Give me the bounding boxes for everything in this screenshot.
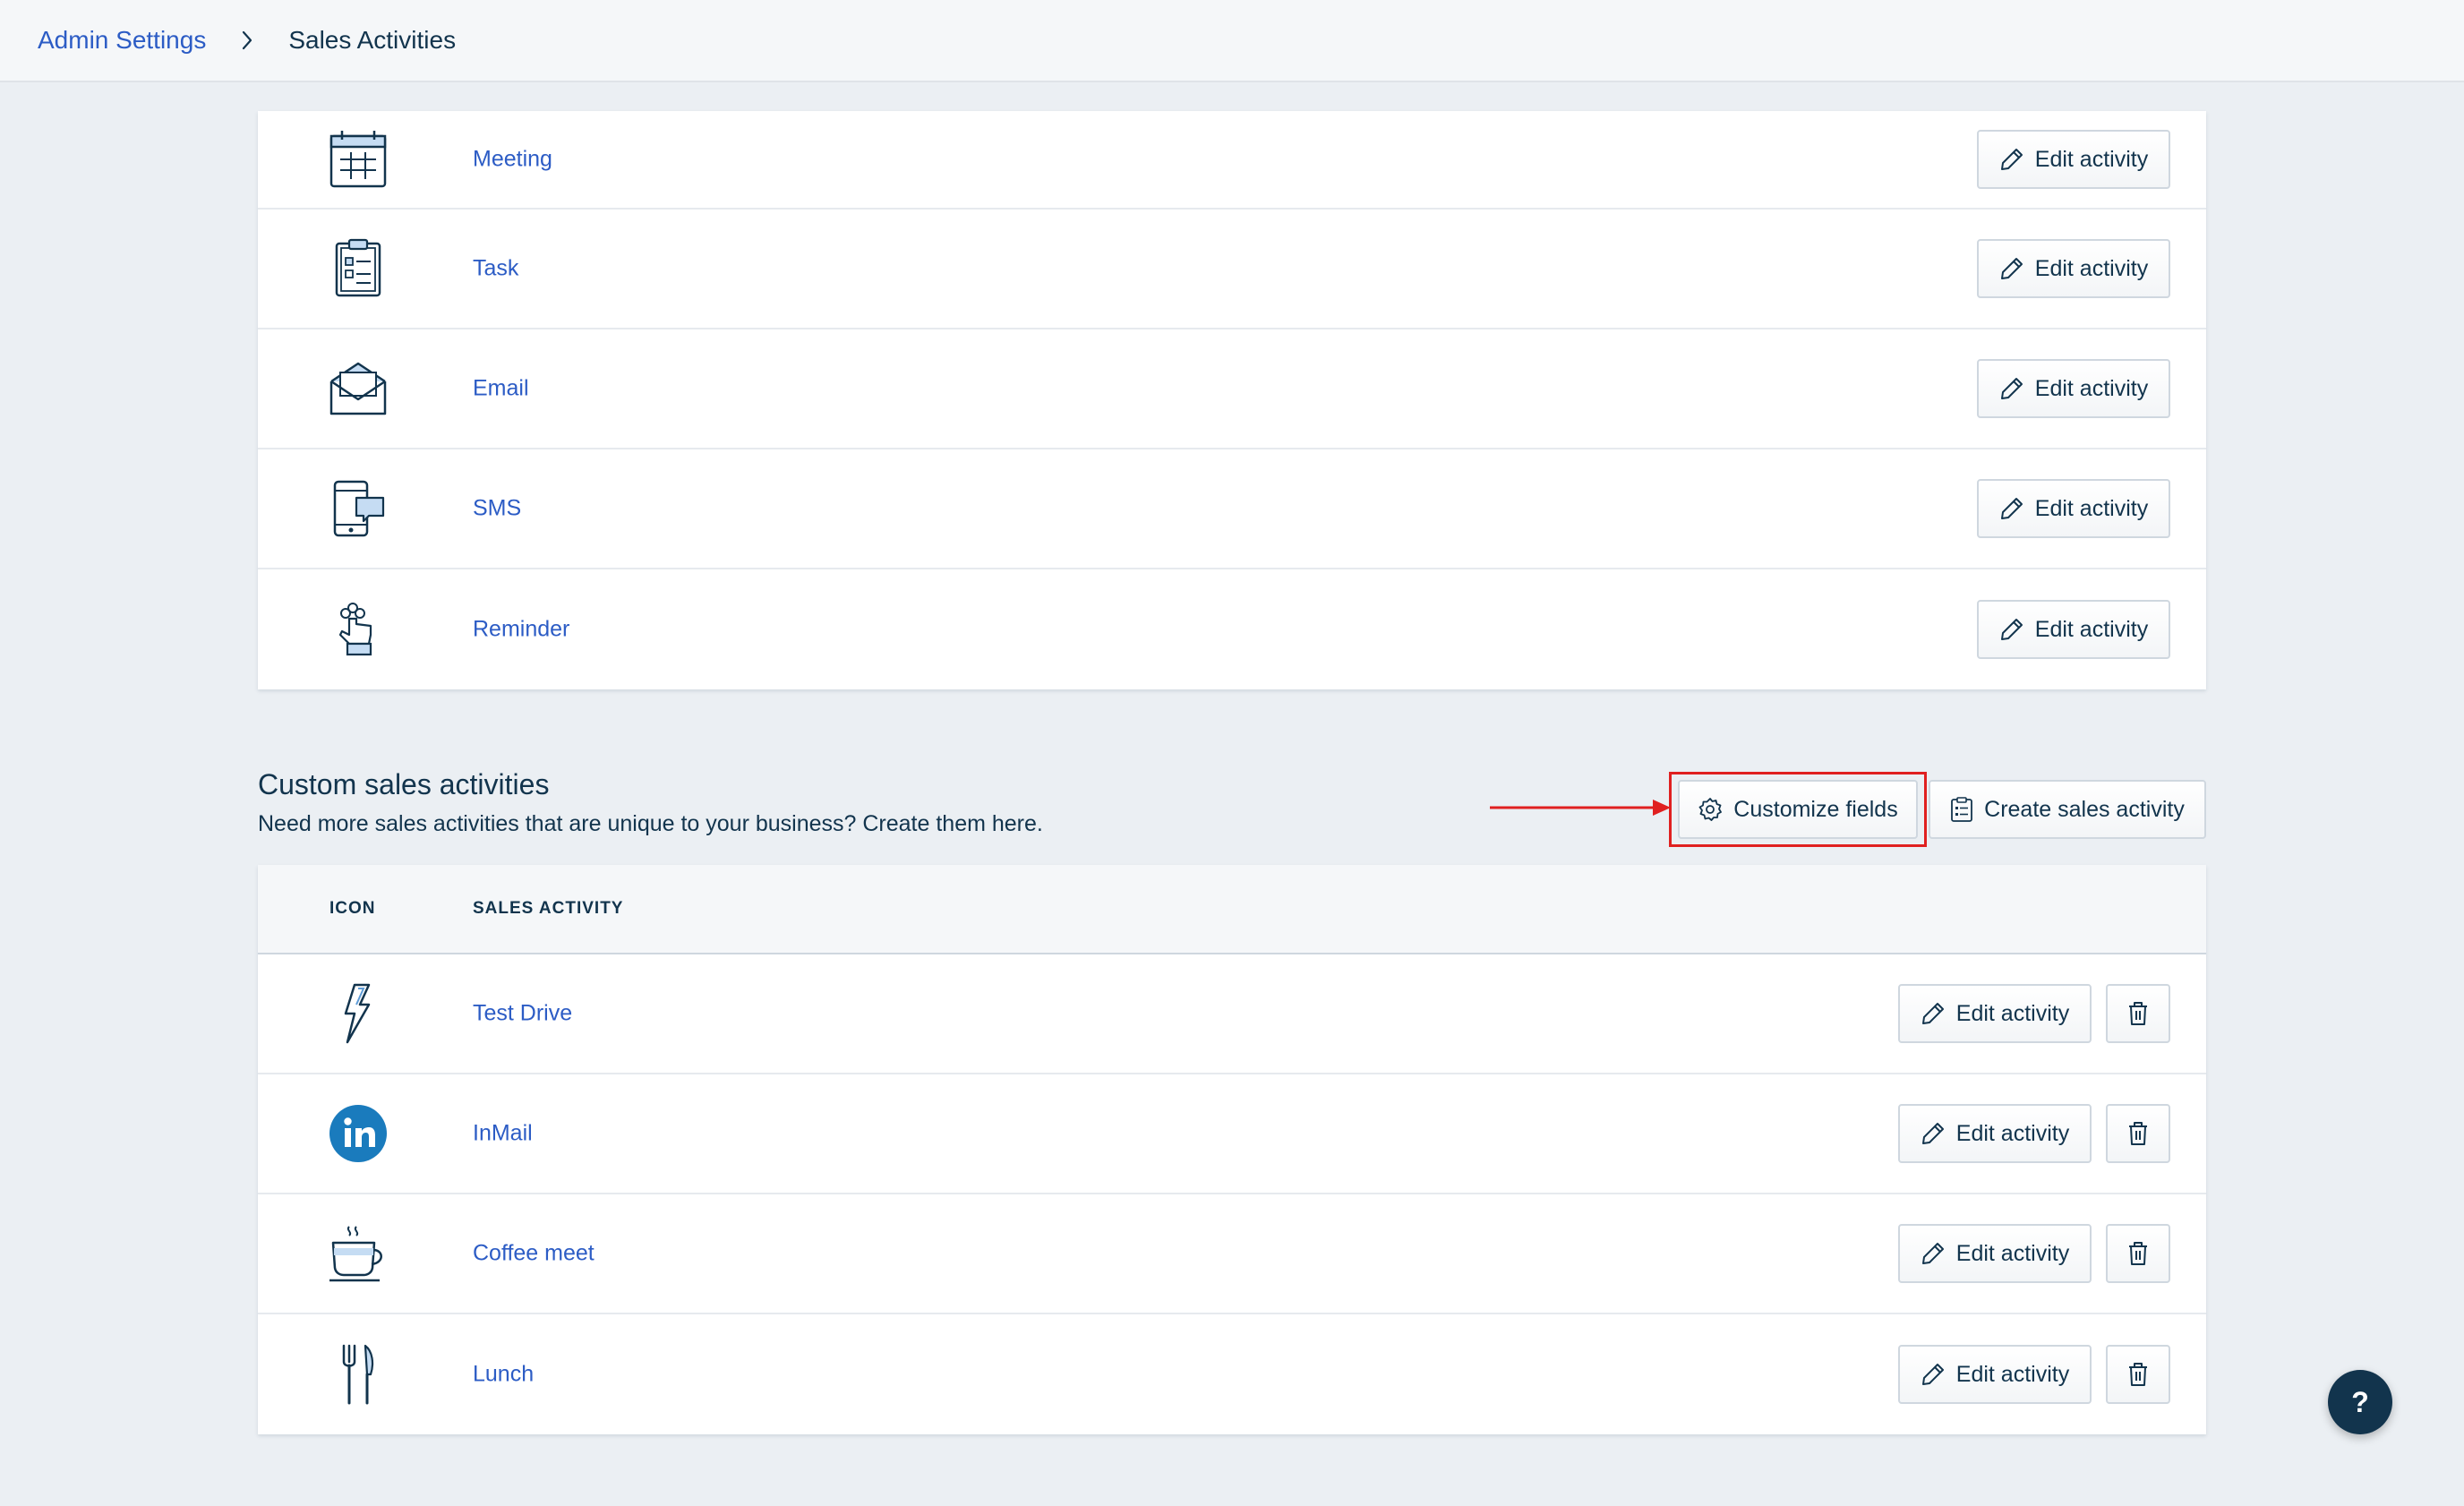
pencil-icon: [1921, 1123, 1944, 1144]
section-subtitle: Need more sales activities that are uniq…: [258, 811, 1043, 836]
edit-activity-button[interactable]: Edit activity: [1898, 1345, 2092, 1404]
edit-activity-button[interactable]: Edit activity: [1977, 130, 2170, 189]
edit-activity-label: Edit activity: [2034, 495, 2149, 521]
pencil-icon: [1921, 1364, 1944, 1385]
pencil-icon: [2000, 149, 2023, 170]
activity-link-email[interactable]: Email: [473, 376, 529, 402]
edit-activity-label: Edit activity: [2034, 255, 2149, 281]
trash-icon: [2129, 1002, 2147, 1025]
coffee-cup-icon: [326, 1221, 390, 1286]
table-header: ICON SALES ACTIVITY: [258, 865, 2206, 954]
section-title: Custom sales activities: [258, 768, 550, 800]
customize-fields-button[interactable]: Customize fields: [1678, 780, 1918, 839]
clipboard-icon: [326, 236, 390, 301]
pencil-icon: [1921, 1243, 1944, 1264]
gear-icon: [1698, 798, 1723, 821]
edit-activity-button[interactable]: Edit activity: [1898, 1224, 2092, 1283]
phone-message-icon: [326, 476, 390, 541]
lightning-icon: [326, 981, 390, 1046]
list-item: Meeting Edit activity: [258, 111, 2206, 210]
breadcrumb: Admin Settings Sales Activities: [0, 0, 2464, 82]
edit-activity-button[interactable]: Edit activity: [1977, 359, 2170, 418]
finger-string-icon: [326, 597, 390, 662]
table-row: Coffee meet Edit activity: [258, 1194, 2206, 1314]
trash-icon: [2129, 1242, 2147, 1265]
pencil-icon: [2000, 378, 2023, 399]
edit-activity-label: Edit activity: [2034, 146, 2149, 172]
linkedin-icon: [326, 1101, 390, 1166]
activity-link-sms[interactable]: SMS: [473, 496, 521, 522]
custom-activities-table: ICON SALES ACTIVITY Test Drive Edit acti…: [258, 865, 2206, 1434]
edit-activity-label: Edit activity: [1955, 1240, 2070, 1266]
create-sales-activity-label: Create sales activity: [1984, 796, 2185, 822]
delete-activity-button[interactable]: [2106, 1224, 2170, 1283]
edit-activity-label: Edit activity: [1955, 1361, 2070, 1387]
pencil-icon: [2000, 619, 2023, 640]
help-button[interactable]: ?: [2328, 1370, 2392, 1434]
create-sales-activity-button[interactable]: Create sales activity: [1929, 780, 2206, 839]
list-item: Email Edit activity: [258, 329, 2206, 449]
fork-knife-icon: [326, 1342, 390, 1407]
trash-icon: [2129, 1363, 2147, 1386]
edit-activity-button[interactable]: Edit activity: [1977, 239, 2170, 298]
activity-link-test-drive[interactable]: Test Drive: [473, 1001, 572, 1027]
column-header-icon: ICON: [329, 899, 376, 918]
edit-activity-button[interactable]: Edit activity: [1898, 984, 2092, 1043]
edit-activity-button[interactable]: Edit activity: [1977, 600, 2170, 659]
customize-fields-label: Customize fields: [1733, 796, 1898, 822]
annotation-arrow-icon: [1490, 800, 1671, 816]
table-row: Lunch Edit activity: [258, 1314, 2206, 1434]
column-header-sales-activity: SALES ACTIVITY: [473, 899, 624, 918]
clipboard-list-icon: [1951, 797, 1973, 822]
chevron-right-icon: [220, 28, 274, 53]
calendar-icon: [326, 127, 390, 192]
activity-link-reminder[interactable]: Reminder: [473, 617, 569, 643]
list-item: Reminder Edit activity: [258, 569, 2206, 689]
activity-link-inmail[interactable]: InMail: [473, 1121, 533, 1147]
edit-activity-label: Edit activity: [2034, 616, 2149, 642]
envelope-icon: [326, 356, 390, 421]
activity-link-task[interactable]: Task: [473, 256, 518, 282]
page-title: Sales Activities: [288, 26, 457, 54]
pencil-icon: [1921, 1003, 1944, 1024]
edit-activity-label: Edit activity: [2034, 375, 2149, 401]
trash-icon: [2129, 1122, 2147, 1145]
list-item: Task Edit activity: [258, 210, 2206, 329]
pencil-icon: [2000, 498, 2023, 519]
delete-activity-button[interactable]: [2106, 984, 2170, 1043]
edit-activity-label: Edit activity: [1955, 1120, 2070, 1146]
activity-link-lunch[interactable]: Lunch: [473, 1362, 534, 1388]
pencil-icon: [2000, 258, 2023, 279]
activity-link-coffee-meet[interactable]: Coffee meet: [473, 1241, 595, 1267]
table-row: InMail Edit activity: [258, 1074, 2206, 1194]
table-row: Test Drive Edit activity: [258, 954, 2206, 1074]
delete-activity-button[interactable]: [2106, 1345, 2170, 1404]
edit-activity-button[interactable]: Edit activity: [1977, 479, 2170, 538]
activity-link-meeting[interactable]: Meeting: [473, 147, 552, 173]
edit-activity-label: Edit activity: [1955, 1000, 2070, 1026]
delete-activity-button[interactable]: [2106, 1104, 2170, 1163]
edit-activity-button[interactable]: Edit activity: [1898, 1104, 2092, 1163]
list-item: SMS Edit activity: [258, 449, 2206, 569]
default-activities-list: Meeting Edit activity Task Edit activity: [258, 111, 2206, 689]
breadcrumb-admin-settings[interactable]: Admin Settings: [38, 26, 206, 55]
